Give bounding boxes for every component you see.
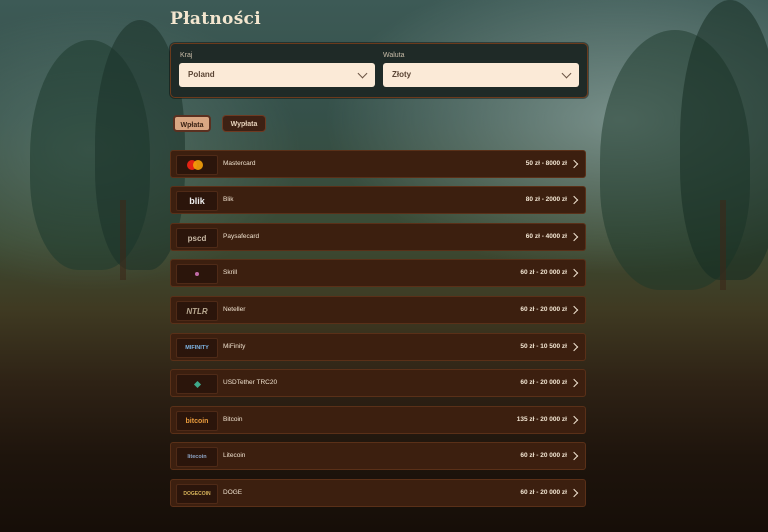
tree-trunk [720,200,726,290]
mifinity-logo: MIFINITY [176,338,218,358]
mastercard-logo [176,155,218,175]
skrill-dot-icon [195,272,199,276]
logo-mark [177,265,217,283]
method-range: 60 zł - 20 000 zł [520,306,567,313]
mastercard-circles [187,160,207,170]
method-name: Mastercard [223,160,256,167]
method-range: 60 zł - 20 000 zł [520,489,567,496]
method-range: 80 zł - 2000 zł [525,196,567,203]
method-range: 60 zł - 20 000 zł [520,269,567,276]
chevron-down-icon [357,68,368,79]
method-name: Skrill [223,269,238,276]
country-select[interactable]: Poland [179,63,375,87]
payment-method-neteller[interactable]: NTLR Neteller 60 zł - 20 000 zł [170,296,586,324]
payment-method-mifinity[interactable]: MIFINITY MiFinity 50 zł - 10 500 zł [170,333,586,361]
payment-method-doge[interactable]: DOGECOIN DOGE 60 zł - 20 000 zł [170,479,586,507]
logo-mark [177,156,217,174]
chevron-right-icon [569,195,579,205]
method-name: Paysafecard [223,233,260,240]
currency-value: Złoty [392,70,412,79]
payment-method-bitcoin[interactable]: bitcoin Bitcoin 135 zł - 20 000 zł [170,406,586,434]
method-name: Neteller [223,306,246,313]
litecoin-logo: litecoin [176,447,218,467]
paysafecard-logo: pscd [176,228,218,248]
neteller-logo: NTLR [176,301,218,321]
tab-withdrawal[interactable]: Wypłata [222,115,266,132]
method-name: Bitcoin [223,416,243,423]
logo-mark: MIFINITY [185,345,209,351]
chevron-right-icon [569,268,579,278]
method-range: 60 zł - 20 000 zł [520,452,567,459]
tab-deposit[interactable]: Wpłata [173,115,211,132]
chevron-right-icon [569,342,579,352]
tree-trunk [120,200,126,280]
chevron-right-icon [569,305,579,315]
currency-label: Waluta [383,52,405,59]
logo-mark: blik [189,196,205,206]
chevron-right-icon [569,488,579,498]
method-range: 50 zł - 10 500 zł [520,343,567,350]
country-value: Poland [188,70,215,79]
bitcoin-logo: bitcoin [176,411,218,431]
tether-diamond-icon [193,380,201,388]
chevron-right-icon [569,159,579,169]
filter-panel: Kraj Poland Waluta Złoty [170,43,588,98]
method-range: 60 zł - 4000 zł [525,233,567,240]
logo-mark: litecoin [187,454,207,460]
chevron-right-icon [569,451,579,461]
currency-select[interactable]: Złoty [383,63,579,87]
payment-method-paysafecard[interactable]: pscd Paysafecard 60 zł - 4000 zł [170,223,586,251]
country-label: Kraj [180,52,193,59]
chevron-right-icon [569,378,579,388]
chevron-right-icon [569,415,579,425]
blik-logo: blik [176,191,218,211]
method-range: 60 zł - 20 000 zł [520,379,567,386]
dogecoin-logo: DOGECOIN [176,484,218,504]
payment-method-litecoin[interactable]: litecoin Litecoin 60 zł - 20 000 zł [170,442,586,470]
chevron-right-icon [569,232,579,242]
method-name: Litecoin [223,452,246,459]
method-name: MiFinity [223,343,246,350]
payment-method-usdtether[interactable]: USDTether TRC20 60 zł - 20 000 zł [170,369,586,397]
method-name: USDTether TRC20 [223,379,278,386]
logo-mark: bitcoin [185,417,209,425]
payment-method-mastercard[interactable]: Mastercard 50 zł - 8000 zł [170,150,586,178]
logo-mark: NTLR [186,306,208,316]
skrill-logo [176,264,218,284]
payment-method-blik[interactable]: blik Blik 80 zł - 2000 zł [170,186,586,214]
chevron-down-icon [561,68,572,79]
logo-mark [177,375,217,393]
method-name: DOGE [223,489,243,496]
payment-method-skrill[interactable]: Skrill 60 zł - 20 000 zł [170,259,586,287]
logo-mark: DOGECOIN [183,491,211,497]
tether-logo [176,374,218,394]
method-name: Blik [223,196,234,203]
method-range: 135 zł - 20 000 zł [516,416,567,423]
logo-mark: pscd [187,233,207,243]
page-title: Płatności [170,9,261,29]
mastercard-yellow-circle [193,160,203,170]
method-range: 50 zł - 8000 zł [525,160,567,167]
